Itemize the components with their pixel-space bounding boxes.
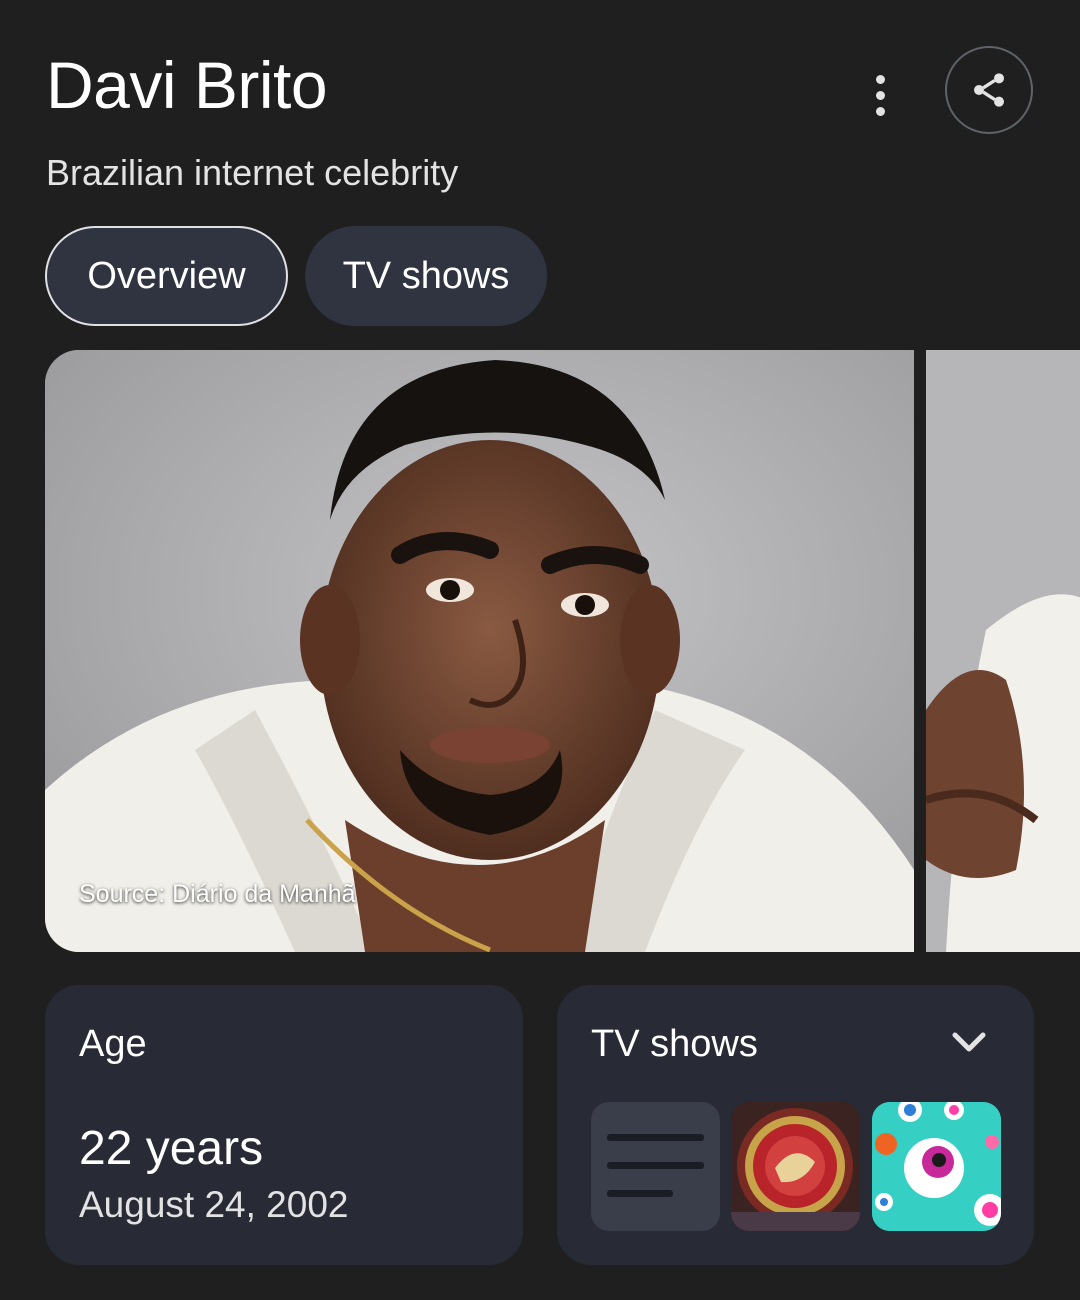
share-icon — [974, 73, 1004, 107]
second-image — [926, 350, 1080, 952]
more-vert-icon — [875, 74, 885, 84]
age-card[interactable]: Age 22 years August 24, 2002 — [45, 985, 523, 1265]
show-logo-image — [731, 1102, 860, 1231]
page-title: Davi Brito — [46, 48, 328, 122]
share-button[interactable] — [945, 46, 1033, 134]
photo-source-caption: Source: Diário da Manhã — [79, 880, 356, 908]
list-icon — [607, 1134, 704, 1197]
birth-date: August 24, 2002 — [79, 1184, 349, 1225]
next-photo[interactable] — [926, 350, 1080, 952]
show-eye-image — [872, 1102, 1001, 1231]
tv-shows-card[interactable]: TV shows — [557, 985, 1034, 1265]
tab-overview[interactable]: Overview — [45, 226, 288, 326]
main-photo[interactable]: Source: Diário da Manhã — [45, 350, 914, 952]
knowledge-panel: Davi Brito Brazilian internet celebrity … — [0, 0, 1080, 1300]
page-subtitle: Brazilian internet celebrity — [46, 152, 459, 193]
tab-tv-shows[interactable]: TV shows — [305, 226, 547, 326]
age-value: 22 years — [79, 1122, 264, 1175]
tv-show-thumbnail-logo[interactable] — [731, 1102, 860, 1231]
tv-show-thumbnail-list[interactable] — [591, 1102, 720, 1231]
chevron-down-icon[interactable] — [947, 1023, 991, 1063]
more-options-button[interactable] — [862, 70, 898, 120]
tv-shows-label: TV shows — [591, 1023, 758, 1065]
tv-show-thumbnail-eyes[interactable] — [872, 1102, 1001, 1231]
age-label: Age — [79, 1023, 147, 1065]
portrait-image — [45, 350, 914, 952]
